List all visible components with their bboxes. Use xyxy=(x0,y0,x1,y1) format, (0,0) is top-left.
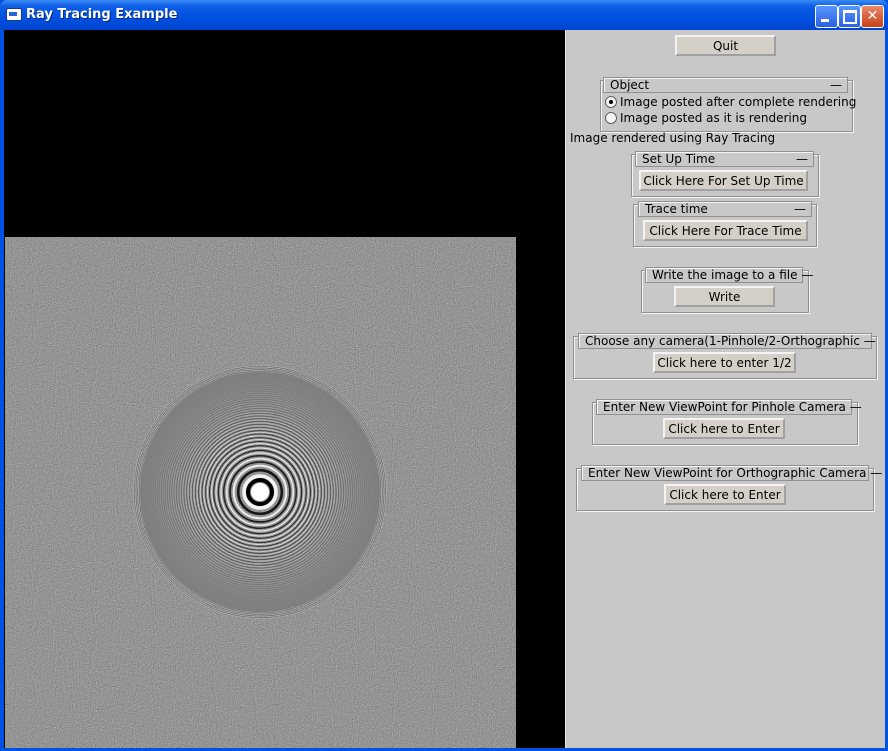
object-group-title[interactable]: Object — xyxy=(603,77,848,93)
client-area: Quit Object — Image posted after complet… xyxy=(4,30,885,748)
app-icon xyxy=(6,8,22,21)
orthographic-title-text: Enter New ViewPoint for Orthographic Cam… xyxy=(588,466,883,480)
enter-camera-button[interactable]: Click here to enter 1/2 xyxy=(653,352,796,373)
maximize-button[interactable] xyxy=(838,5,861,28)
pinhole-enter-button[interactable]: Click here to Enter xyxy=(663,418,785,439)
close-icon: ✕ xyxy=(866,8,879,24)
write-button[interactable]: Write xyxy=(674,286,775,307)
trace-time-group-title[interactable]: Trace time — xyxy=(638,201,812,217)
orthographic-group-title[interactable]: Enter New ViewPoint for Orthographic Cam… xyxy=(581,465,882,481)
camera-title-text: Choose any camera(1-Pinhole/2-Orthograph… xyxy=(585,334,876,348)
title-bar[interactable]: Ray Tracing Example ✕ xyxy=(0,0,888,30)
radio-icon-selected[interactable] xyxy=(605,96,617,108)
setup-time-title-text: Set Up Time xyxy=(642,152,716,166)
collapse-icon[interactable]: — xyxy=(794,202,806,217)
radio-label: Image posted as it is rendering xyxy=(620,111,807,125)
collapse-icon[interactable]: — xyxy=(796,152,808,167)
camera-group-title[interactable]: Choose any camera(1-Pinhole/2-Orthograph… xyxy=(578,333,876,349)
object-group-title-text: Object xyxy=(610,78,650,92)
setup-time-group-title[interactable]: Set Up Time — xyxy=(635,151,814,167)
write-group-title[interactable]: Write the image to a file — xyxy=(645,267,813,283)
minimize-icon xyxy=(821,19,829,22)
ray-traced-rings-image xyxy=(5,237,516,748)
pinhole-title-text: Enter New ViewPoint for Pinhole Camera — xyxy=(603,400,862,414)
rendered-image xyxy=(5,237,516,748)
minimize-button[interactable] xyxy=(815,5,838,28)
setup-time-button[interactable]: Click Here For Set Up Time xyxy=(639,170,808,191)
app-window: Ray Tracing Example ✕ Quit Object — Imag… xyxy=(0,0,888,751)
close-button[interactable]: ✕ xyxy=(861,5,884,28)
write-title-text: Write the image to a file — xyxy=(652,268,814,282)
trace-time-title-text: Trace time xyxy=(645,202,708,216)
maximize-icon xyxy=(843,10,857,24)
render-canvas xyxy=(4,30,565,748)
status-text: Image rendered using Ray Tracing xyxy=(570,131,776,145)
radio-label: Image posted after complete rendering xyxy=(620,95,857,109)
radio-icon[interactable] xyxy=(605,112,617,124)
pinhole-group-title[interactable]: Enter New ViewPoint for Pinhole Camera — xyxy=(596,399,862,415)
collapse-icon[interactable]: — xyxy=(830,78,842,93)
quit-button[interactable]: Quit xyxy=(675,35,776,56)
orthographic-enter-button[interactable]: Click here to Enter xyxy=(664,484,786,505)
control-panel: Quit Object — Image posted after complet… xyxy=(565,30,885,748)
trace-time-button[interactable]: Click Here For Trace Time xyxy=(643,220,808,241)
window-title: Ray Tracing Example xyxy=(26,7,178,22)
